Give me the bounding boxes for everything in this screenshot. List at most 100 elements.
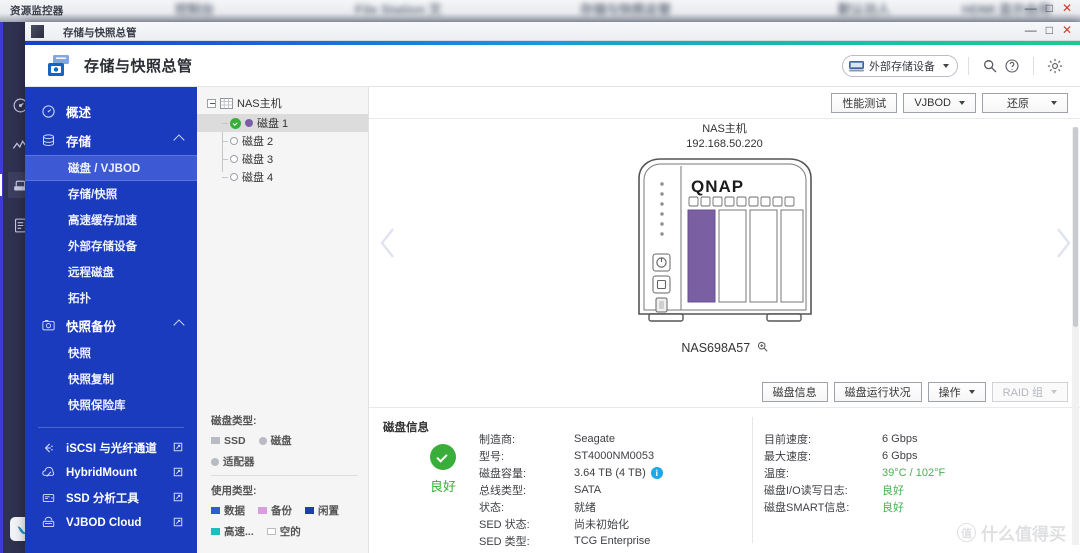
sidebar-item-snapshot-vault[interactable]: 快照保险库 xyxy=(25,392,197,418)
sidebar-item-cache-acceleration[interactable]: 高速缓存加速 xyxy=(25,207,197,233)
sidebar-item-vjbod-cloud[interactable]: VJBOD Cloud xyxy=(25,510,197,535)
vjbod-label: VJBOD xyxy=(914,97,951,109)
field-key: 目前速度: xyxy=(764,433,812,446)
gear-icon[interactable] xyxy=(1044,55,1066,77)
chevron-down-icon xyxy=(968,390,975,394)
close-button[interactable]: ✕ xyxy=(1062,2,1072,14)
app-maximize-button[interactable]: □ xyxy=(1046,24,1053,36)
nas-enclosure-stage: NAS主机 192.168.50.220 QNAP NAS698A57 xyxy=(369,119,1080,379)
performance-test-button[interactable]: 性能测试 xyxy=(831,93,898,113)
field-key: 最大速度: xyxy=(764,450,812,463)
blurred-tab-1: File Station 文 xyxy=(355,2,442,17)
ssd-icon xyxy=(41,491,61,505)
sidebar-item-storage-snapshots[interactable]: 存储/快照 xyxy=(25,181,197,207)
legend-label-empty: 空的 xyxy=(279,526,301,538)
field-bus-type: 总线类型: SATA xyxy=(479,481,663,498)
main-scrollbar-thumb[interactable] xyxy=(1073,127,1078,327)
field-key: SED 类型: xyxy=(479,535,530,548)
field-max-speed: 最大速度: 6 Gbps xyxy=(764,447,945,464)
tree-collapse-toggle[interactable] xyxy=(207,98,216,108)
tree-root-nas-host[interactable]: NAS主机 xyxy=(197,87,368,111)
chevron-left-icon[interactable] xyxy=(375,223,401,263)
disk-info-column-divider xyxy=(752,417,753,543)
sidebar-item-storage[interactable]: 存储 xyxy=(25,126,197,155)
field-key: 总线类型: xyxy=(479,484,527,497)
external-storage-button[interactable]: 外部存储设备 xyxy=(842,55,958,77)
field-model: 型号: ST4000NM0053 xyxy=(479,447,663,464)
sidebar-item-topology[interactable]: 拓扑 xyxy=(25,285,197,311)
app-body: 概述 存储 磁盘 / VJBOD 存储/快照 高速缓存加速 外部存储设备 远程磁… xyxy=(25,87,1080,553)
sidebar-subitem-label: 快照保险库 xyxy=(68,400,126,412)
sidebar-subitem-label: 高速缓存加速 xyxy=(68,215,137,227)
restore-dropdown-button[interactable]: 还原 xyxy=(982,93,1068,113)
sidebar-item-disks-vjbod[interactable]: 磁盘 / VJBOD xyxy=(25,155,197,181)
disk-empty-icon xyxy=(230,137,238,145)
legend-swatch-data xyxy=(211,507,220,514)
sidebar-subitem-label: 外部存储设备 xyxy=(68,241,137,253)
nas-model-row: NAS698A57 xyxy=(369,341,1080,355)
sidebar-item-remote-disk[interactable]: 远程磁盘 xyxy=(25,259,197,285)
sidebar-item-snapshot-replica[interactable]: 快照复制 xyxy=(25,366,197,392)
sidebar-item-hybridmount[interactable]: HybridMount xyxy=(25,460,197,485)
app-close-button[interactable]: ✕ xyxy=(1062,24,1072,36)
camera-icon xyxy=(41,318,61,333)
legend-usage-row-2: 高速... 空的 xyxy=(211,524,358,539)
gauge-icon xyxy=(41,104,61,119)
sidebar-item-overview[interactable]: 概述 xyxy=(25,97,197,126)
disk-info-label: 磁盘信息 xyxy=(772,387,817,399)
legend-swatch-cache xyxy=(211,528,220,535)
tree-item-disk-2[interactable]: 磁盘 2 xyxy=(197,132,368,150)
field-value: 6 Gbps xyxy=(882,432,918,445)
disk-empty-icon xyxy=(230,155,238,163)
field-current-speed: 目前速度: 6 Gbps xyxy=(764,430,945,447)
field-manufacturer: 制造商: Seagate xyxy=(479,430,663,447)
sidebar-divider xyxy=(38,427,184,428)
tree-item-disk-1[interactable]: 磁盘 1 xyxy=(197,114,368,132)
disk-actions-dropdown-button[interactable]: 操作 xyxy=(927,382,986,402)
rack-icon xyxy=(220,97,233,109)
sidebar-item-iscsi-fibre-channel[interactable]: iSCSI 与光纤通道 xyxy=(25,435,197,460)
sidebar-item-external-storage[interactable]: 外部存储设备 xyxy=(25,233,197,259)
maximize-button[interactable]: □ xyxy=(1046,2,1053,14)
disk-info-title: 磁盘信息 xyxy=(383,422,429,434)
info-icon[interactable]: i xyxy=(650,466,663,479)
tree-item-disk-3[interactable]: 磁盘 3 xyxy=(197,150,368,168)
app-window-controls: — □ ✕ xyxy=(1025,24,1072,36)
app-window-icon xyxy=(31,25,44,38)
vjbod-dropdown-button[interactable]: VJBOD xyxy=(903,93,976,113)
sidebar-item-label: 概述 xyxy=(66,106,92,120)
external-link-icon xyxy=(173,466,183,477)
legend-swatch-empty xyxy=(266,528,276,535)
nas-ip-address: 192.168.50.220 xyxy=(686,138,763,150)
sidebar-subitem-label: 远程磁盘 xyxy=(68,267,114,279)
legend-divider xyxy=(211,475,358,476)
field-value: Seagate xyxy=(574,432,615,445)
minimize-button[interactable]: — xyxy=(1025,2,1037,14)
main-scrollbar[interactable] xyxy=(1072,127,1079,545)
svg-text:QNAP: QNAP xyxy=(691,177,744,196)
field-key: 制造商: xyxy=(479,433,516,446)
legend-label-backup: 备份 xyxy=(271,505,292,517)
chevron-down-icon xyxy=(1051,390,1057,394)
vjbod-cloud-icon xyxy=(41,516,61,530)
sidebar-subitem-label: 快照 xyxy=(68,348,91,360)
search-icon[interactable] xyxy=(979,55,1001,77)
tree-root-label: NAS主机 xyxy=(237,98,282,110)
tree-item-disk-4[interactable]: 磁盘 4 xyxy=(197,168,368,186)
magnify-icon[interactable] xyxy=(757,341,768,355)
sidebar-item-snapshot[interactable]: 快照 xyxy=(25,340,197,366)
disk-health-button[interactable]: 磁盘运行状况 xyxy=(833,382,922,402)
field-capacity: 磁盘容量: 3.64 TB (4 TB) i xyxy=(479,464,663,481)
help-icon[interactable] xyxy=(1001,55,1023,77)
legend-usage-type-title: 使用类型: xyxy=(211,485,257,497)
tree-item-label: 磁盘 2 xyxy=(242,136,274,148)
sidebar-item-snapshot-backup[interactable]: 快照备份 xyxy=(25,311,197,340)
field-key: 磁盘I/O读写日志: xyxy=(764,484,848,497)
app-titlebar: 存储与快照总管 — □ ✕ xyxy=(25,22,1080,41)
sidebar-item-ssd-profiling-tool[interactable]: SSD 分析工具 xyxy=(25,485,197,510)
app-minimize-button[interactable]: — xyxy=(1025,24,1037,36)
legend-label-adapter: 适配器 xyxy=(223,456,255,468)
disk-info-button[interactable]: 磁盘信息 xyxy=(761,382,828,402)
background-window-controls: — □ ✕ xyxy=(1025,2,1072,14)
chevron-down-icon xyxy=(1051,101,1057,105)
